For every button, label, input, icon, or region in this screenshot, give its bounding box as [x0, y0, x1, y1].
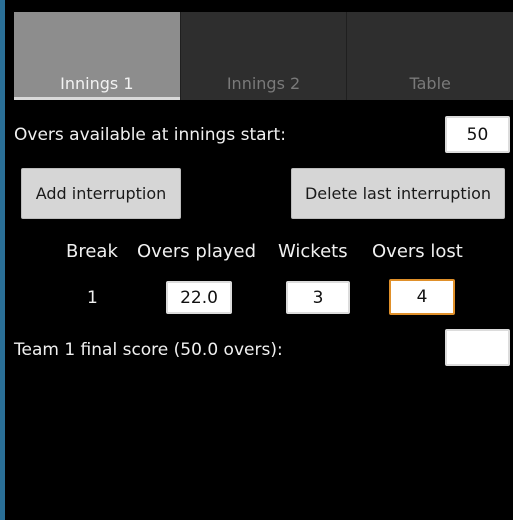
final-score-label: Team 1 final score (50.0 overs): — [14, 340, 283, 360]
header-wickets: Wickets — [278, 241, 348, 262]
delete-last-interruption-button[interactable]: Delete last interruption — [291, 168, 505, 219]
tab-table[interactable]: Table — [347, 12, 513, 100]
tab-innings-1[interactable]: Innings 1 — [14, 12, 181, 100]
add-interruption-button[interactable]: Add interruption — [21, 168, 181, 219]
tab-table-label: Table — [409, 74, 451, 93]
overs-lost-input[interactable] — [389, 279, 455, 315]
final-score-input[interactable] — [445, 329, 510, 366]
header-break: Break — [66, 241, 118, 262]
overs-start-input[interactable] — [445, 116, 510, 153]
tab-bar: Innings 1 Innings 2 Table — [14, 12, 513, 100]
wickets-input[interactable] — [286, 281, 350, 314]
window-edge — [0, 0, 5, 520]
tab-innings-2[interactable]: Innings 2 — [180, 12, 348, 100]
tab-innings-2-label: Innings 2 — [226, 74, 301, 93]
header-overs-played: Overs played — [137, 241, 257, 262]
header-overs-lost: Overs lost — [372, 241, 463, 262]
tab-innings-1-label: Innings 1 — [60, 74, 134, 93]
break-number: 1 — [87, 288, 98, 308]
overs-played-input[interactable] — [166, 281, 232, 314]
overs-start-label: Overs available at innings start: — [14, 125, 286, 145]
app-screen: Innings 1 Innings 2 Table Overs availabl… — [0, 0, 513, 520]
